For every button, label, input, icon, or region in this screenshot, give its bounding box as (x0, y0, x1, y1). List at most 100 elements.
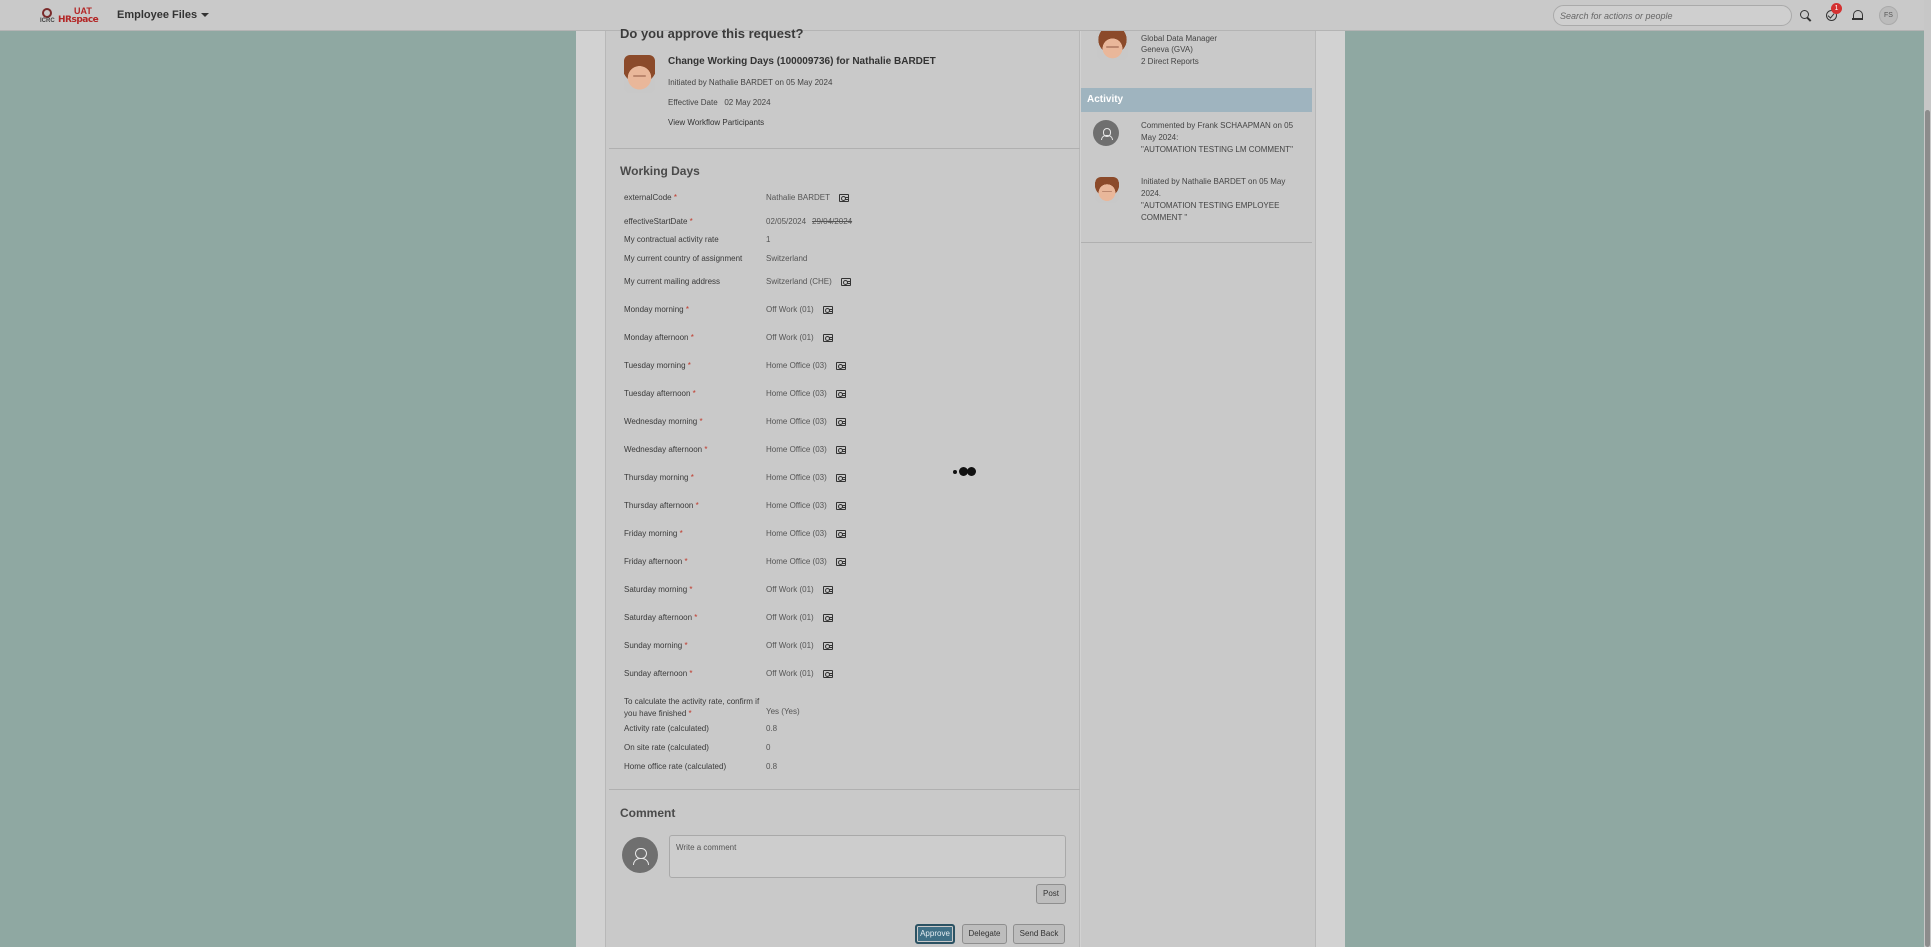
activity-item: Commented by Frank SCHAAPMAN on 05 May 2… (1141, 120, 1301, 156)
field-value: Off Work (01) (766, 305, 833, 314)
send-back-button[interactable]: Send Back (1013, 924, 1065, 944)
search-input[interactable]: Search for actions or people (1553, 5, 1792, 26)
view-workflow-link[interactable]: View Workflow Participants (668, 118, 764, 127)
history-icon[interactable] (835, 529, 846, 538)
field-value: Yes (Yes) (766, 707, 800, 716)
history-icon[interactable] (822, 585, 833, 594)
field-value: Off Work (01) (766, 333, 833, 342)
previous-value: 29/04/2024 (812, 217, 853, 226)
field-value-text: Off Work (01) (766, 641, 814, 650)
direct-reports-link[interactable]: 2 Direct Reports (1141, 57, 1199, 66)
required-marker: * (687, 669, 693, 678)
required-marker: * (697, 417, 703, 426)
field-label: Monday afternoon * (624, 332, 764, 344)
request-initiated: Initiated by Nathalie BARDET on 05 May 2… (668, 78, 833, 87)
history-icon[interactable] (835, 501, 846, 510)
post-button[interactable]: Post (1036, 884, 1066, 904)
field-value: Off Work (01) (766, 641, 833, 650)
field-label: Thursday afternoon * (624, 500, 764, 512)
working-days-title: Working Days (620, 164, 700, 178)
requester-photo (624, 55, 655, 93)
history-icon[interactable] (822, 333, 833, 342)
section-divider (609, 148, 1080, 149)
history-icon[interactable] (835, 445, 846, 454)
field-value-text: Off Work (01) (766, 613, 814, 622)
history-icon[interactable] (822, 613, 833, 622)
icrc-seal-icon (42, 8, 52, 18)
activity-text: Commented by Frank SCHAAPMAN on 05 May 2… (1141, 121, 1294, 142)
history-icon[interactable] (822, 641, 833, 650)
logo-org: ICRC (40, 18, 55, 24)
field-value: 0.8 (766, 724, 777, 733)
field-label: Sunday afternoon * (624, 668, 764, 680)
field-label: Sunday morning * (624, 640, 764, 652)
required-marker: * (682, 557, 688, 566)
history-icon[interactable] (835, 417, 846, 426)
shell-bar: ICRC UAT HRspace Employee Files Search f… (0, 0, 1924, 31)
search-icon[interactable] (1798, 8, 1813, 23)
field-label-text: Home office rate (calculated) (624, 762, 727, 771)
field-value-text: 0 (766, 743, 771, 752)
commenter-avatar (622, 837, 658, 873)
field-value-text: Yes (Yes) (766, 707, 800, 716)
field-value-text: 02/05/2024 (766, 217, 807, 226)
history-icon[interactable] (840, 277, 851, 286)
field-value-text: Home Office (03) (766, 361, 827, 370)
module-menu[interactable]: Employee Files (117, 9, 210, 21)
field-value: Home Office (03) (766, 389, 846, 398)
activity-text: Initiated by Nathalie BARDET on 05 May 2… (1141, 177, 1286, 198)
history-icon[interactable] (835, 557, 846, 566)
field-label-text: My current country of assignment (624, 254, 743, 263)
employee-photo (1097, 31, 1128, 60)
scrollbar-thumb[interactable] (1925, 110, 1930, 947)
page-scrollbar[interactable] (1924, 0, 1931, 947)
field-value-text: 1 (766, 235, 771, 244)
user-avatar[interactable]: FS (1879, 6, 1898, 25)
effective-date-value: 02 May 2024 (724, 98, 771, 107)
history-icon[interactable] (839, 193, 850, 202)
field-value: Home Office (03) (766, 529, 846, 538)
field-label-text: My current mailing address (624, 277, 721, 286)
field-value-text: 0.8 (766, 762, 778, 771)
history-icon[interactable] (835, 473, 846, 482)
field-label-text: Sunday afternoon (624, 669, 688, 678)
required-marker: * (682, 641, 688, 650)
field-value-text: Home Office (03) (766, 501, 827, 510)
history-icon[interactable] (822, 669, 833, 678)
field-label: Wednesday morning * (624, 416, 764, 428)
field-value-text: Home Office (03) (766, 389, 827, 398)
field-label: Thursday morning * (624, 472, 764, 484)
comment-input[interactable]: Write a comment (669, 835, 1066, 878)
field-value: Home Office (03) (766, 417, 846, 426)
approve-button[interactable]: Approve (915, 924, 955, 944)
required-marker: * (690, 389, 696, 398)
field-label: Friday afternoon * (624, 556, 764, 568)
effective-date-label: Effective Date (668, 98, 718, 107)
field-label-text: externalCode (624, 193, 672, 202)
effective-date-row: Effective Date 02 May 2024 (668, 98, 771, 107)
field-label: To calculate the activity rate, confirm … (624, 696, 764, 720)
field-label: effectiveStartDate * (624, 216, 764, 228)
approval-question: Do you approve this request? (620, 26, 804, 41)
chevron-down-icon (201, 13, 210, 18)
field-value-text: Home Office (03) (766, 445, 827, 454)
logo-app: HRspace (58, 15, 99, 25)
history-icon[interactable] (835, 361, 846, 370)
field-value-text: Home Office (03) (766, 557, 827, 566)
delegate-button[interactable]: Delegate (962, 924, 1007, 944)
required-marker: * (688, 473, 694, 482)
required-marker: * (693, 501, 699, 510)
bell-icon[interactable] (1850, 8, 1865, 23)
history-icon[interactable] (835, 389, 846, 398)
history-icon[interactable] (822, 305, 833, 314)
activity-header: Activity (1081, 88, 1312, 112)
side-panel (1081, 31, 1316, 947)
field-value: Off Work (01) (766, 669, 833, 678)
activity-photo (1095, 177, 1119, 203)
field-label-text: Wednesday afternoon (624, 445, 703, 454)
app-logo[interactable]: ICRC UAT HRspace (38, 5, 99, 25)
activity-avatar (1093, 120, 1119, 146)
field-value: Home Office (03) (766, 557, 846, 566)
field-value-text: Off Work (01) (766, 333, 814, 342)
field-value-text: Off Work (01) (766, 305, 814, 314)
